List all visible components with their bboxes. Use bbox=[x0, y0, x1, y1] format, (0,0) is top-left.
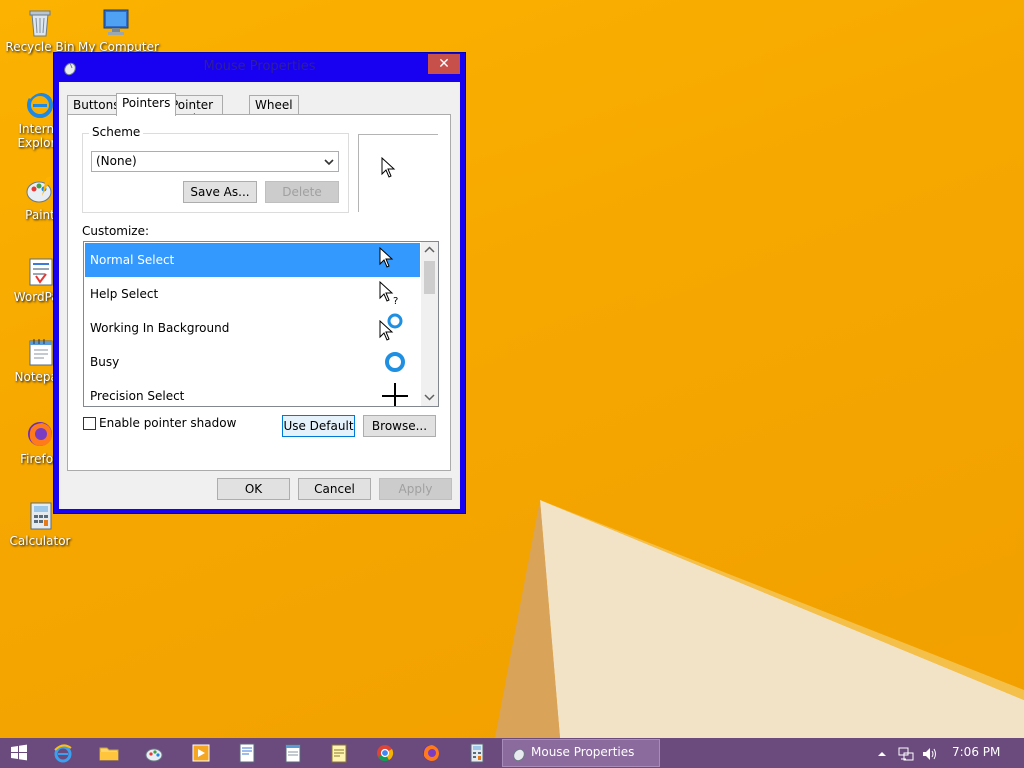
paint-icon[interactable] bbox=[144, 742, 166, 764]
calculator-icon[interactable] bbox=[466, 742, 488, 764]
list-item-help-select[interactable]: Help Select ? bbox=[85, 277, 420, 311]
scheme-group-title: Scheme bbox=[89, 125, 144, 139]
scheme-dropdown[interactable]: (None) bbox=[91, 151, 339, 172]
title-bar[interactable]: Mouse Properties ✕ bbox=[54, 53, 465, 82]
notepad-icon bbox=[24, 336, 56, 368]
apply-button[interactable]: Apply bbox=[379, 478, 452, 500]
working-cursor-icon bbox=[379, 313, 403, 341]
tab-wheel[interactable]: Wheel bbox=[249, 95, 299, 115]
internet-explorer-icon[interactable] bbox=[52, 742, 74, 764]
desktop-icon-label: Calculator bbox=[9, 534, 71, 548]
taskbar-button-label: Mouse Properties bbox=[531, 745, 635, 759]
file-explorer-icon[interactable] bbox=[98, 742, 120, 764]
chevron-down-icon bbox=[324, 159, 334, 166]
desktop: Recycle Bin My Computer Interne Explore … bbox=[0, 0, 1024, 738]
crosshair-cursor-icon bbox=[382, 383, 408, 406]
arrow-cursor-icon bbox=[379, 246, 394, 268]
pointer-shadow-checkbox[interactable] bbox=[83, 417, 96, 430]
start-icon[interactable] bbox=[8, 742, 30, 764]
calculator-icon bbox=[24, 500, 56, 532]
computer-icon bbox=[100, 6, 132, 38]
customize-label: Customize: bbox=[82, 224, 150, 238]
pointer-name: Precision Select bbox=[90, 389, 185, 403]
list-item-working-in-background[interactable]: Working In Background bbox=[85, 311, 420, 345]
pointer-list[interactable]: Normal Select Help Select ? Working In B… bbox=[83, 241, 439, 407]
scheme-group: Scheme (None) Save As... Delete bbox=[82, 125, 349, 213]
browse-button[interactable]: Browse... bbox=[363, 415, 436, 437]
pointer-name: Working In Background bbox=[90, 321, 230, 335]
use-default-button[interactable]: Use Default bbox=[282, 415, 355, 437]
scrollbar-thumb[interactable] bbox=[424, 261, 435, 294]
mouse-icon bbox=[513, 748, 525, 762]
pointer-name: Help Select bbox=[90, 287, 159, 301]
internet-explorer-icon bbox=[24, 88, 56, 120]
network-icon[interactable] bbox=[898, 746, 914, 762]
pointer-name: Busy bbox=[90, 355, 120, 369]
firefox-icon[interactable] bbox=[420, 742, 442, 764]
close-icon: ✕ bbox=[438, 56, 450, 72]
svg-text:?: ? bbox=[393, 296, 398, 307]
chrome-icon[interactable] bbox=[374, 742, 396, 764]
busy-cursor-icon bbox=[385, 352, 405, 372]
show-hidden-icons-icon[interactable] bbox=[874, 746, 890, 762]
list-item-normal-select[interactable]: Normal Select bbox=[85, 243, 420, 277]
paint-icon bbox=[24, 174, 56, 206]
mouse-properties-dialog: Mouse Properties ✕ Buttons Pointers Poin… bbox=[53, 52, 466, 514]
pointer-name: Normal Select bbox=[90, 253, 175, 267]
scroll-up-icon[interactable] bbox=[421, 242, 438, 259]
firefox-icon bbox=[24, 418, 56, 450]
taskbar-button-mouse-properties[interactable]: Mouse Properties bbox=[502, 739, 660, 767]
recycle-bin-icon bbox=[24, 6, 56, 38]
media-player-icon[interactable] bbox=[190, 742, 212, 764]
cancel-button[interactable]: Cancel bbox=[298, 478, 371, 500]
notes-icon[interactable] bbox=[328, 742, 350, 764]
list-item-busy[interactable]: Busy bbox=[85, 345, 420, 379]
delete-button[interactable]: Delete bbox=[265, 181, 339, 203]
wordpad-icon[interactable] bbox=[236, 742, 258, 764]
window-title: Mouse Properties bbox=[203, 59, 316, 74]
list-item-precision-select[interactable]: Precision Select bbox=[85, 379, 420, 406]
wordpad-icon bbox=[24, 256, 56, 288]
arrow-cursor-icon bbox=[381, 157, 396, 178]
pointers-tab-page: Scheme (None) Save As... Delete Customiz… bbox=[67, 114, 451, 471]
desktop-icon-recycle-bin[interactable]: Recycle Bin bbox=[2, 6, 78, 54]
help-cursor-icon: ? bbox=[379, 280, 398, 307]
volume-icon[interactable] bbox=[922, 746, 938, 762]
ok-button[interactable]: OK bbox=[217, 478, 290, 500]
close-button[interactable]: ✕ bbox=[428, 54, 460, 74]
scroll-down-icon[interactable] bbox=[421, 389, 438, 406]
pointer-shadow-label: Enable pointer shadow bbox=[99, 416, 237, 430]
tab-pointers[interactable]: Pointers bbox=[116, 93, 177, 116]
vertical-scrollbar[interactable] bbox=[421, 242, 438, 406]
scheme-selected-value: (None) bbox=[96, 154, 137, 168]
notepad-icon[interactable] bbox=[282, 742, 304, 764]
taskbar: Mouse Properties 7:06 PM bbox=[0, 738, 1024, 768]
pointer-preview bbox=[358, 134, 438, 212]
save-as-button[interactable]: Save As... bbox=[183, 181, 257, 203]
dialog-client-area: Buttons Pointers Pointer Options Wheel S… bbox=[59, 82, 460, 509]
taskbar-clock[interactable]: 7:06 PM bbox=[952, 745, 1000, 759]
desktop-icon-my-computer[interactable]: My Computer bbox=[78, 6, 159, 54]
